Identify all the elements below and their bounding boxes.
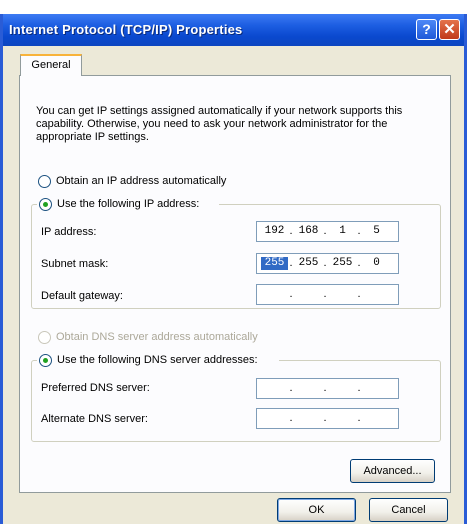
subnet-octet-4[interactable]: 0 <box>363 257 390 270</box>
title-bar[interactable]: Internet Protocol (TCP/IP) Properties ? … <box>3 14 464 46</box>
alternate-dns-label: Alternate DNS server: <box>41 413 148 425</box>
octet-separator: . <box>289 257 293 269</box>
octet-separator: . <box>323 225 327 237</box>
preferred-dns-label: Preferred DNS server: <box>41 382 150 394</box>
use-following-ip-legend: Use the following IP address: <box>37 197 219 212</box>
advanced-button[interactable]: Advanced... <box>350 459 435 483</box>
octet-separator: . <box>357 382 361 394</box>
default-gateway-field[interactable]: . . . <box>256 284 399 305</box>
close-icon: ✕ <box>443 21 456 38</box>
subnet-mask-label: Subnet mask: <box>41 258 109 270</box>
use-following-ip-label[interactable]: Use the following IP address: <box>57 197 199 212</box>
subnet-octet-2[interactable]: 255 <box>295 257 322 270</box>
dns-groupbox <box>31 360 441 442</box>
ip-octet-4[interactable]: 5 <box>363 225 390 238</box>
ip-address-label: IP address: <box>41 226 97 238</box>
octet-separator: . <box>289 412 293 424</box>
cancel-button[interactable]: Cancel <box>369 498 448 522</box>
subnet-mask-field[interactable]: 255 . 255 . 255 . 0 <box>256 253 399 274</box>
preferred-dns-field[interactable]: . . . <box>256 378 399 399</box>
octet-separator: . <box>357 225 361 237</box>
window-title: Internet Protocol (TCP/IP) Properties <box>9 22 243 37</box>
octet-separator: . <box>289 225 293 237</box>
obtain-ip-auto-label[interactable]: Obtain an IP address automatically <box>56 175 226 187</box>
help-button[interactable]: ? <box>416 19 437 40</box>
obtain-dns-auto-label: Obtain DNS server address automatically <box>56 331 258 343</box>
use-following-dns-label[interactable]: Use the following DNS server addresses: <box>57 353 258 368</box>
obtain-dns-auto-radio <box>38 331 51 344</box>
ip-octet-2[interactable]: 168 <box>295 225 322 238</box>
general-tab-panel: You can get IP settings assigned automat… <box>19 75 451 493</box>
use-following-ip-radio[interactable] <box>39 198 52 211</box>
help-icon: ? <box>422 21 431 37</box>
ip-octet-3[interactable]: 1 <box>329 225 356 238</box>
ok-button[interactable]: OK <box>277 498 356 522</box>
octet-separator: . <box>289 382 293 394</box>
alternate-dns-field[interactable]: . . . <box>256 408 399 429</box>
octet-separator: . <box>323 257 327 269</box>
octet-separator: . <box>323 382 327 394</box>
octet-separator: . <box>323 412 327 424</box>
octet-separator: . <box>289 288 293 300</box>
tab-general[interactable]: General <box>20 54 82 76</box>
octet-separator: . <box>323 288 327 300</box>
octet-separator: . <box>357 412 361 424</box>
use-following-dns-legend: Use the following DNS server addresses: <box>37 353 279 368</box>
default-gateway-label: Default gateway: <box>41 290 123 302</box>
close-button[interactable]: ✕ <box>439 19 460 40</box>
obtain-ip-auto-radio[interactable] <box>38 175 51 188</box>
ip-address-field[interactable]: 192 . 168 . 1 . 5 <box>256 221 399 242</box>
subnet-octet-1[interactable]: 255 <box>261 257 288 270</box>
use-following-dns-radio[interactable] <box>39 354 52 367</box>
octet-separator: . <box>357 257 361 269</box>
subnet-octet-3[interactable]: 255 <box>329 257 356 270</box>
octet-separator: . <box>357 288 361 300</box>
dialog-window: Internet Protocol (TCP/IP) Properties ? … <box>0 14 467 524</box>
intro-text: You can get IP settings assigned automat… <box>36 105 403 143</box>
ip-octet-1[interactable]: 192 <box>261 225 288 238</box>
